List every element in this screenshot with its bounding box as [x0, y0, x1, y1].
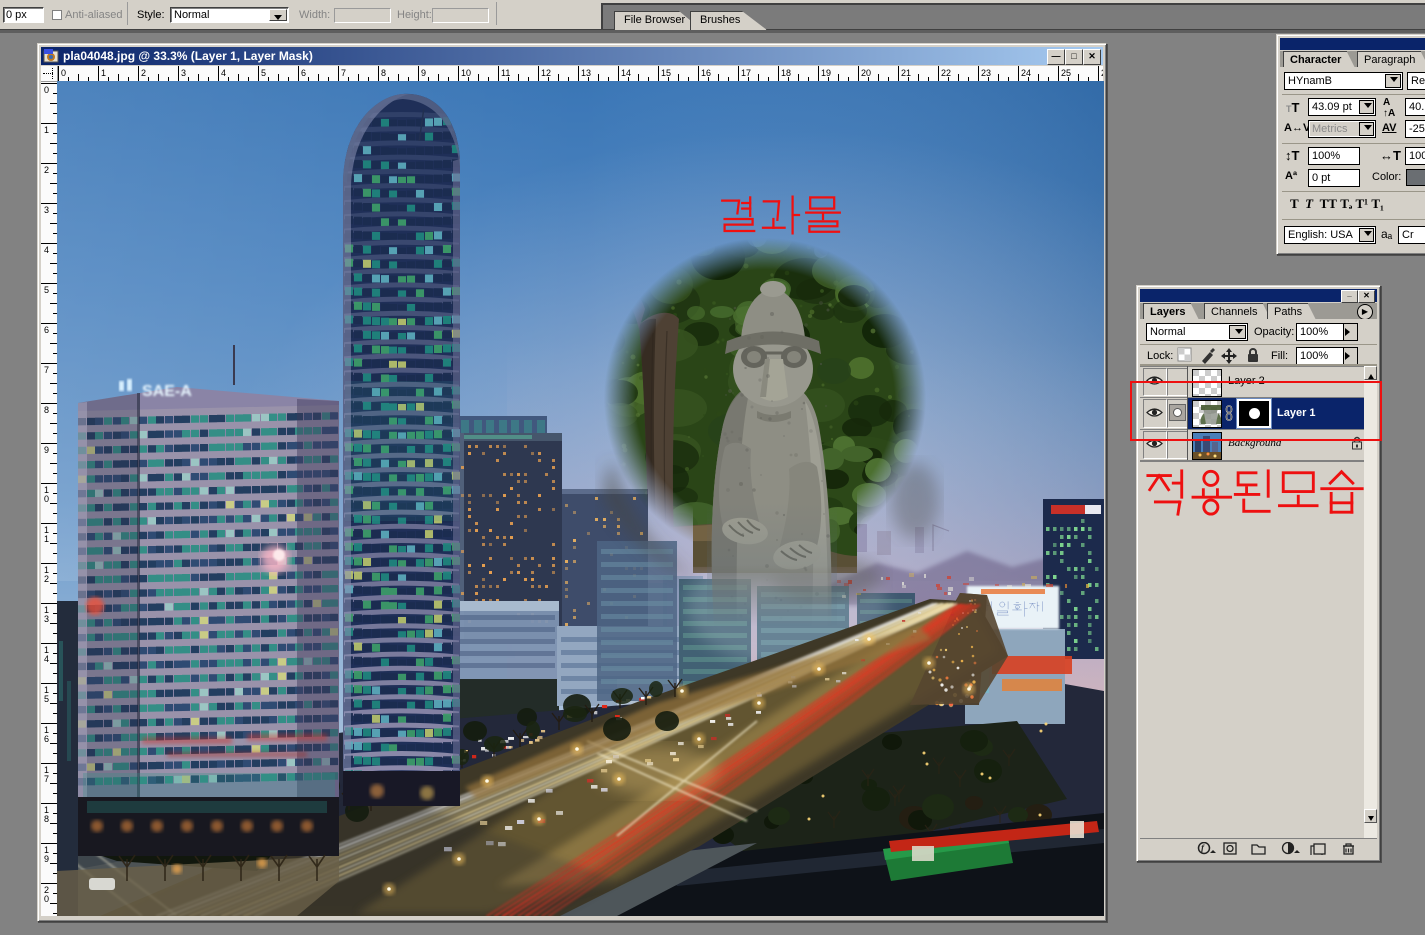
svg-text:SAE-A: SAE-A [142, 383, 192, 400]
svg-text:f: f [1201, 843, 1205, 853]
